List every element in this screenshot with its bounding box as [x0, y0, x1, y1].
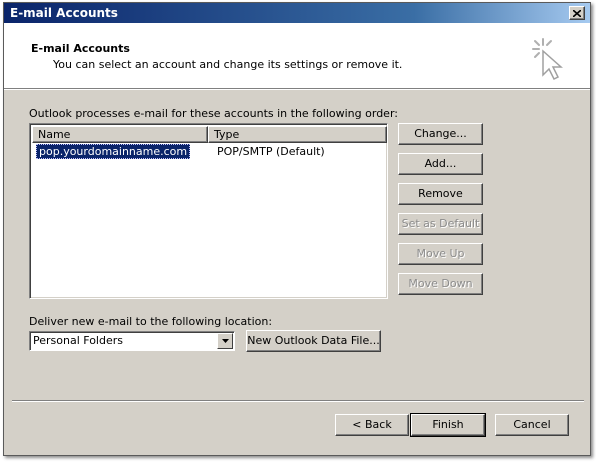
deliver-location-label: Deliver new e-mail to the following loca…	[29, 315, 273, 328]
close-icon	[573, 9, 581, 17]
wizard-header: E-mail Accounts You can select an accoun…	[4, 23, 590, 90]
set-default-button[interactable]: Set as Default	[398, 213, 483, 235]
add-button[interactable]: Add...	[398, 153, 483, 175]
column-header-name[interactable]: Name	[32, 126, 208, 143]
chevron-down-icon	[221, 339, 229, 343]
deliver-location-value: Personal Folders	[33, 334, 123, 347]
email-accounts-dialog: E-mail Accounts E-mail Accounts You can …	[3, 2, 591, 456]
back-button[interactable]: < Back	[335, 414, 409, 436]
account-row[interactable]: pop.yourdomainname.com POP/SMTP (Default…	[32, 144, 387, 159]
move-up-button[interactable]: Move Up	[398, 243, 483, 265]
new-data-file-button[interactable]: New Outlook Data File...	[246, 330, 381, 352]
move-down-button[interactable]: Move Down	[398, 273, 483, 295]
title-bar: E-mail Accounts	[4, 3, 590, 23]
header-subtitle: You can select an account and change its…	[53, 58, 403, 71]
column-header-type[interactable]: Type	[208, 126, 387, 143]
remove-button[interactable]: Remove	[398, 183, 483, 205]
cancel-button[interactable]: Cancel	[495, 414, 569, 436]
close-button[interactable]	[569, 6, 585, 20]
window-title: E-mail Accounts	[10, 6, 118, 20]
deliver-location-select[interactable]: Personal Folders	[29, 331, 235, 351]
finish-button[interactable]: Finish	[410, 413, 486, 437]
header-title: E-mail Accounts	[31, 42, 130, 55]
accounts-list[interactable]: Name Type pop.yourdomainname.com POP/SMT…	[29, 123, 388, 299]
account-name[interactable]: pop.yourdomainname.com	[36, 144, 191, 159]
dropdown-button[interactable]	[217, 333, 233, 349]
wizard-pointer-icon	[532, 38, 563, 81]
account-type: POP/SMTP (Default)	[217, 145, 325, 158]
list-header: Name Type	[32, 126, 387, 143]
change-button[interactable]: Change...	[398, 123, 483, 145]
accounts-list-label: Outlook processes e-mail for these accou…	[29, 107, 398, 120]
footer-divider	[12, 400, 584, 402]
